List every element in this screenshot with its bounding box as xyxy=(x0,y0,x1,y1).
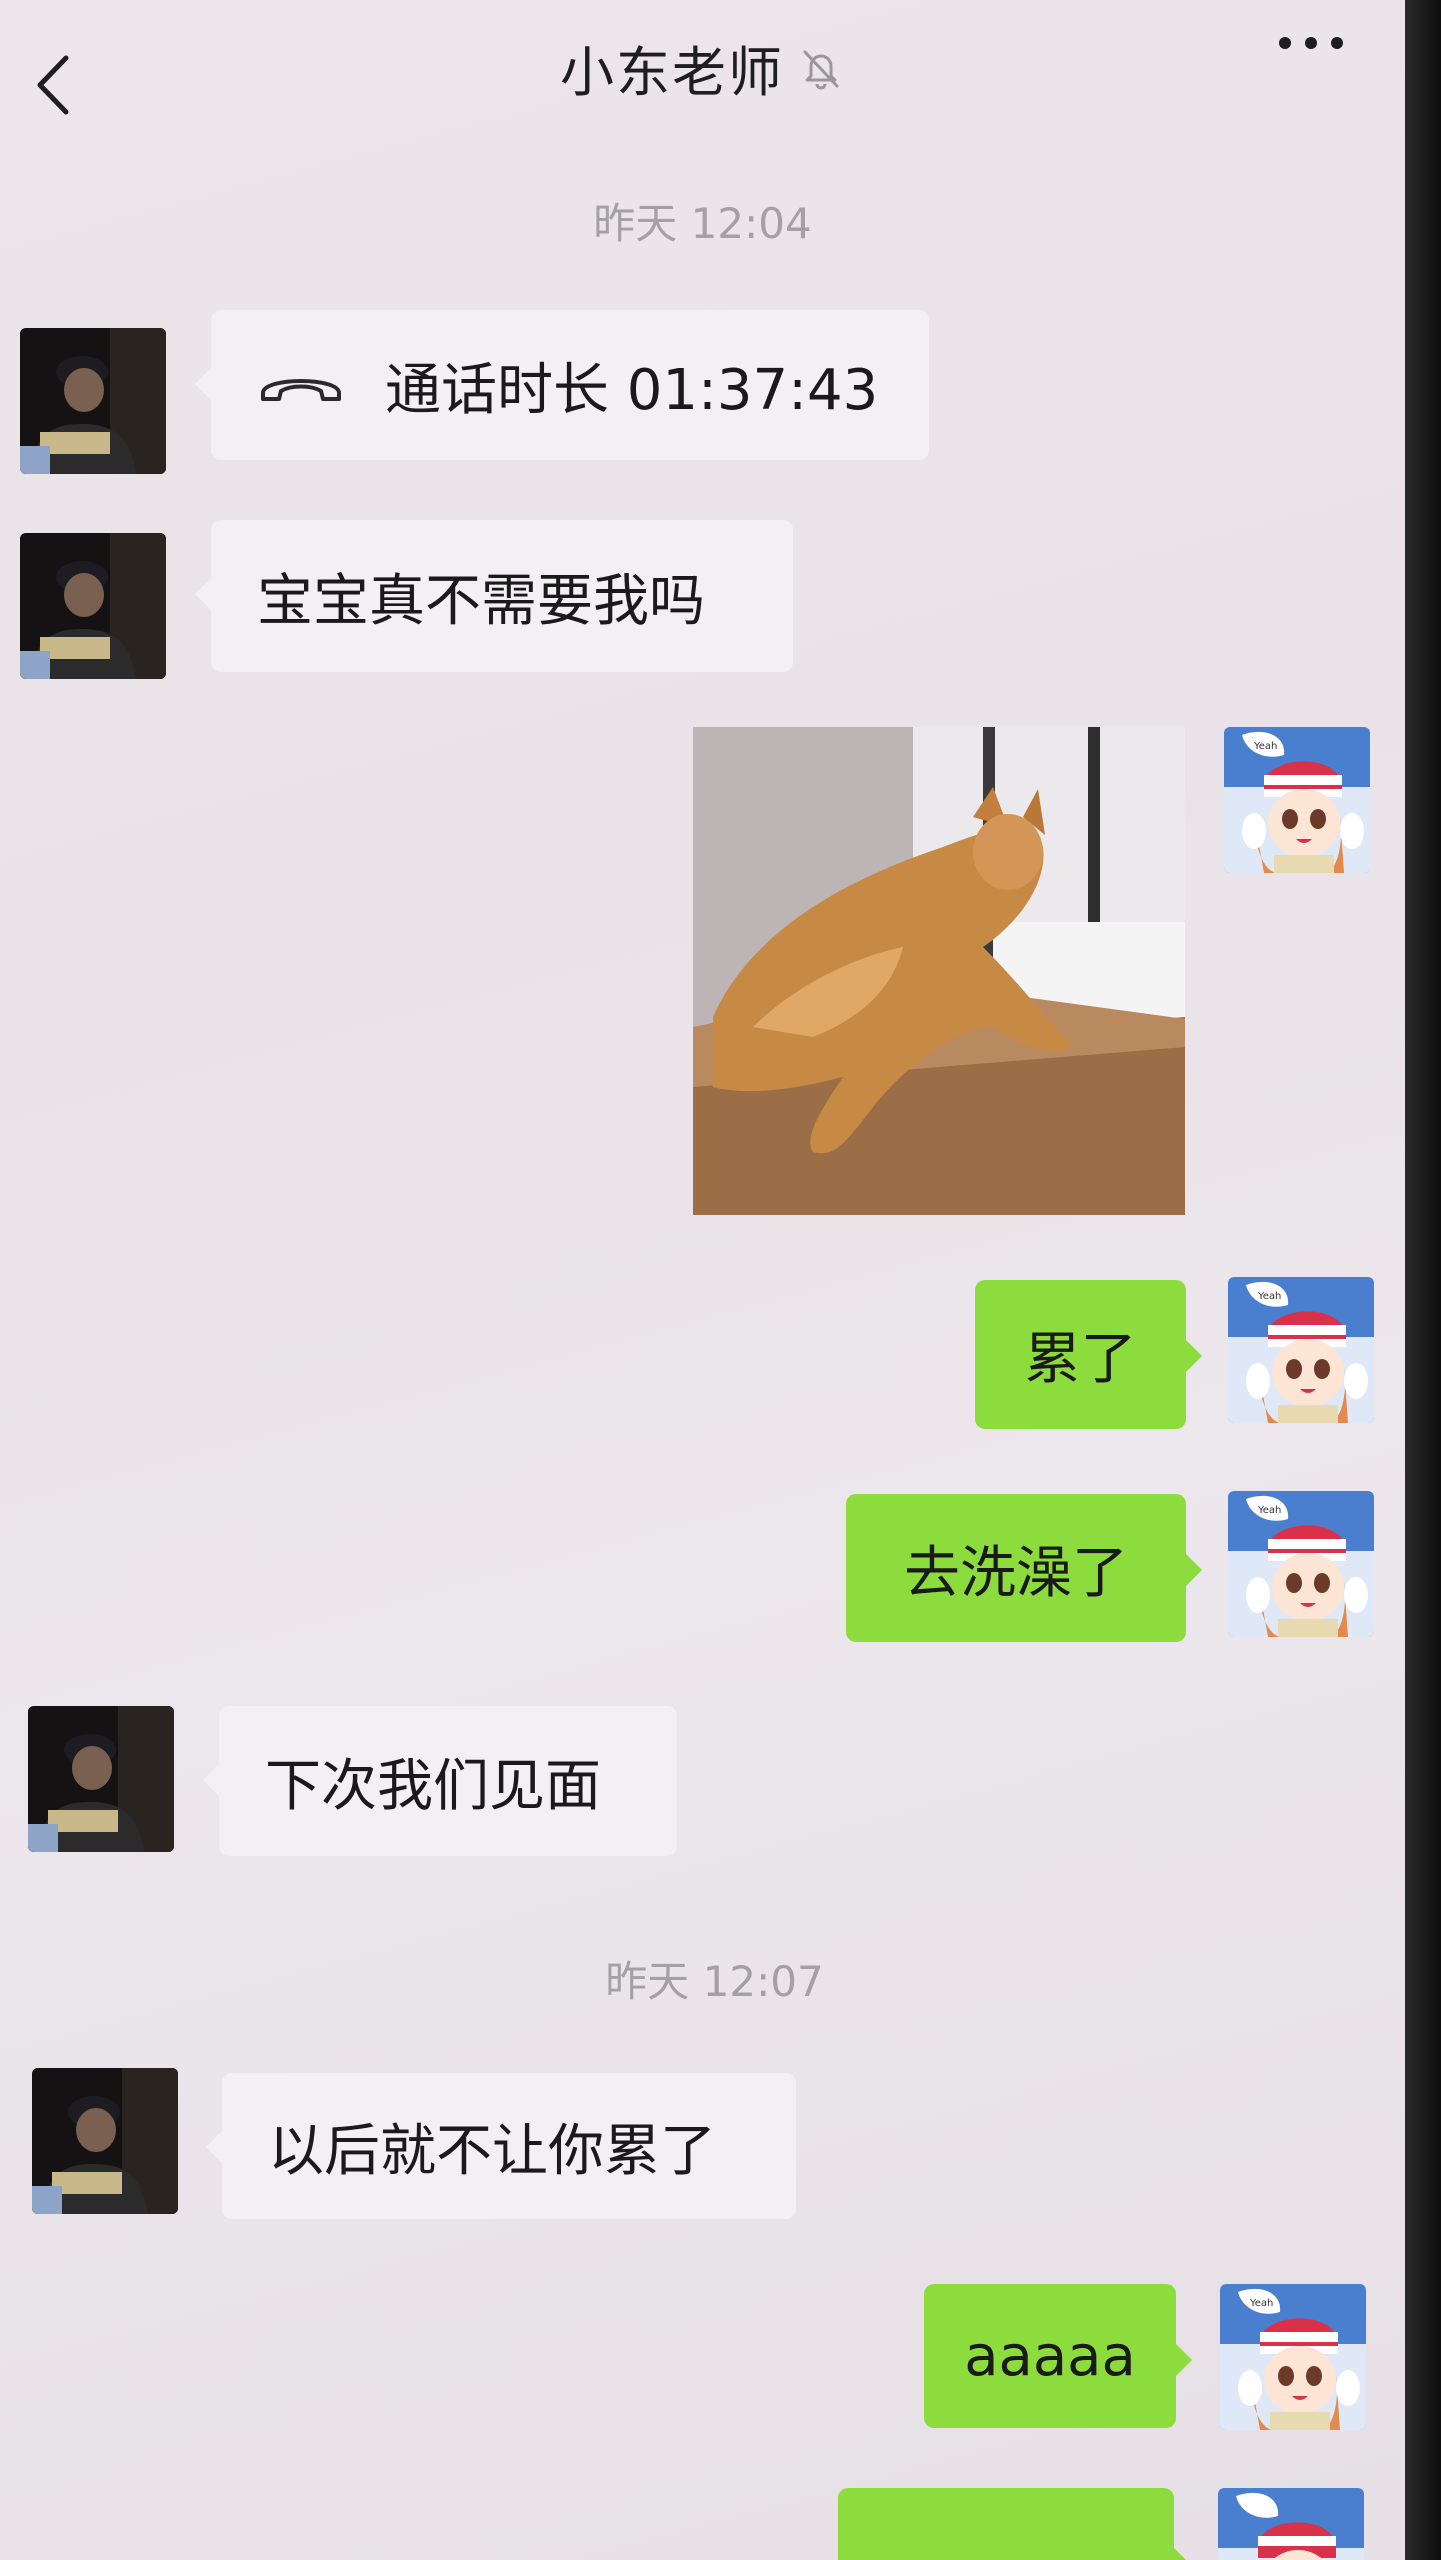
contact-avatar-image xyxy=(28,1706,174,1852)
contact-avatar-image xyxy=(32,2068,178,2214)
message-text: 下次我们见面 xyxy=(265,1753,601,1819)
svg-text:Yeah: Yeah xyxy=(1257,1291,1281,1302)
message-text: 累了 xyxy=(1024,1327,1137,1392)
svg-text:Yeah: Yeah xyxy=(1253,741,1277,752)
chat-header: 小东老师 xyxy=(0,0,1405,150)
message-bubble[interactable]: 以后就不让你累了 xyxy=(206,2073,796,2219)
self-avatar-image: Yeah xyxy=(1220,2284,1366,2430)
cat-photo xyxy=(693,727,1185,1215)
avatar-contact[interactable] xyxy=(20,533,166,679)
message-text: aaaaa xyxy=(964,2323,1136,2389)
self-avatar-image: Yeah xyxy=(1224,727,1370,873)
message-text: 去洗澡了 xyxy=(904,1540,1128,1606)
message-bubble[interactable]: 去洗澡了 xyxy=(846,1494,1202,1642)
avatar-self[interactable] xyxy=(1218,2488,1364,2560)
contact-avatar-image xyxy=(20,533,166,679)
more-dots-icon[interactable] xyxy=(1275,28,1347,58)
self-avatar-image: Yeah xyxy=(1228,1491,1374,1637)
message-bubble[interactable]: 下次我们见面 xyxy=(203,1706,677,1856)
self-avatar-image: Yeah xyxy=(1228,1277,1374,1423)
avatar-self[interactable]: Yeah xyxy=(1228,1277,1374,1423)
call-record-bubble[interactable]: 通话时长 01:37:43 xyxy=(195,310,929,460)
title-wrap: 小东老师 xyxy=(0,28,1405,107)
svg-text:Yeah: Yeah xyxy=(1257,1505,1281,1516)
avatar-contact[interactable] xyxy=(32,2068,178,2214)
bell-off-icon xyxy=(803,50,839,89)
timestamp: 昨天 12:07 xyxy=(605,1957,824,2006)
contact-avatar-image xyxy=(20,328,166,474)
message-text: 宝宝真不需要我吗 xyxy=(257,568,705,634)
self-avatar-image xyxy=(1218,2488,1364,2560)
chat-screen: 小东老师 昨天 12:04 通话时长 01:37:43 宝宝真不需要我吗 Yea… xyxy=(0,0,1405,2560)
avatar-self[interactable]: Yeah xyxy=(1224,727,1370,873)
device-bezel xyxy=(1405,0,1441,2560)
timestamp: 昨天 12:04 xyxy=(593,199,812,248)
message-bubble[interactable]: 宝宝真不需要我吗 xyxy=(195,520,793,672)
svg-text:Yeah: Yeah xyxy=(1249,2298,1273,2309)
avatar-contact[interactable] xyxy=(20,328,166,474)
message-text: 以后就不让你累了 xyxy=(268,2118,716,2184)
avatar-contact[interactable] xyxy=(28,1706,174,1852)
message-bubble[interactable]: 累了 xyxy=(975,1280,1202,1429)
phone-hangup-icon xyxy=(261,379,341,401)
message-bubble[interactable]: aaaaa xyxy=(924,2284,1192,2428)
chat-title: 小东老师 xyxy=(559,41,784,104)
message-bubble[interactable] xyxy=(838,2488,1190,2560)
call-duration-text: 通话时长 01:37:43 xyxy=(385,357,879,423)
avatar-self[interactable]: Yeah xyxy=(1228,1491,1374,1637)
image-message[interactable] xyxy=(693,727,1185,1215)
avatar-self[interactable]: Yeah xyxy=(1220,2284,1366,2430)
